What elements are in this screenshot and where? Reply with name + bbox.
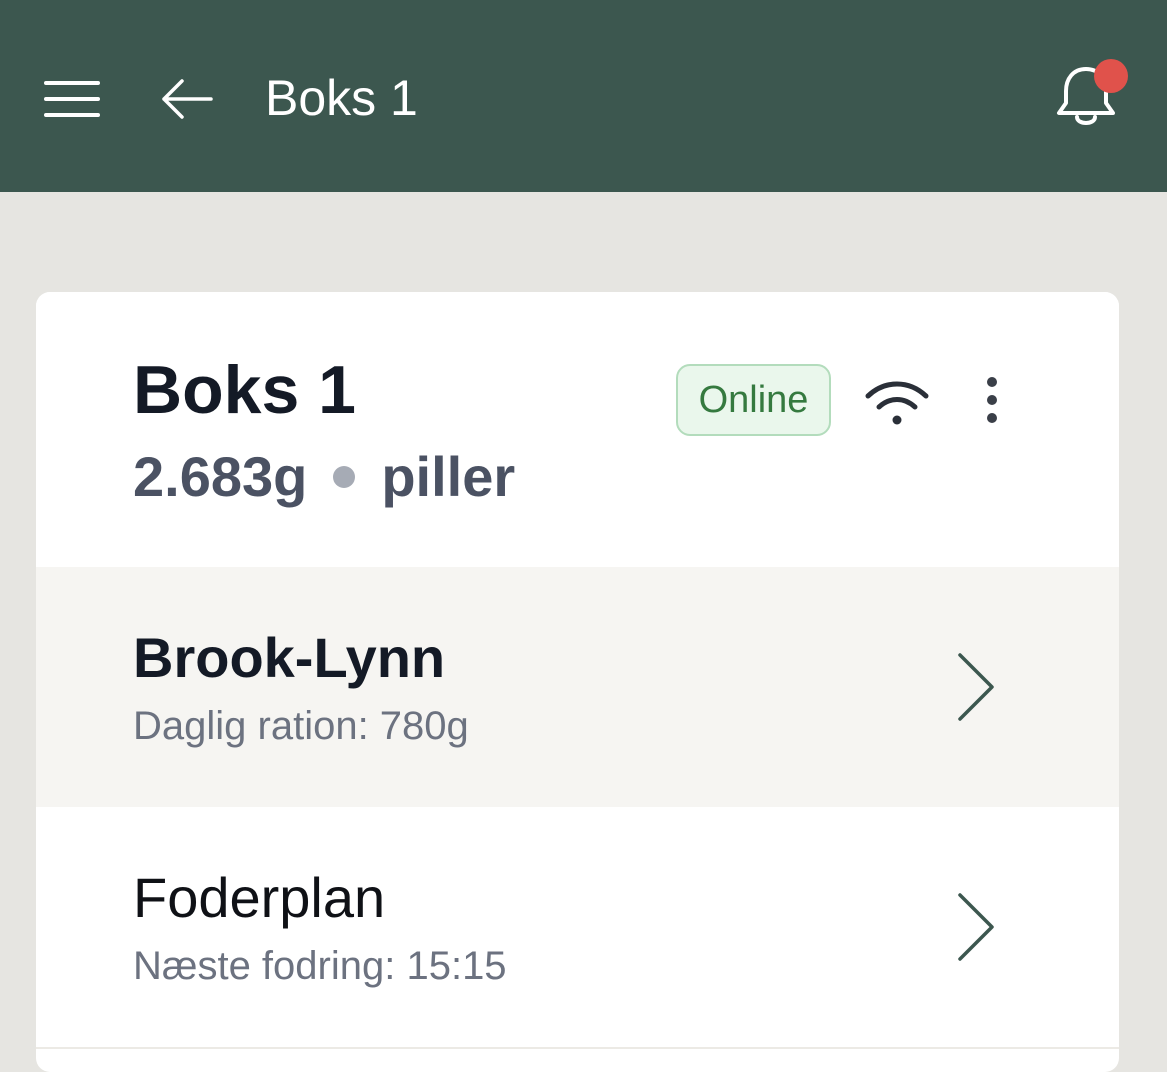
menu-button[interactable]: [36, 70, 108, 128]
feeding-plan-title: Foderplan: [133, 866, 386, 929]
list-item-feeding-plan[interactable]: Foderplan Næste fodring: 15:15: [36, 807, 1119, 1049]
back-button[interactable]: [150, 70, 222, 128]
hamburger-menu-icon: [44, 81, 100, 117]
notification-badge: [1094, 59, 1128, 93]
arrow-left-icon: [162, 79, 213, 119]
device-meta: 2.683g piller: [133, 444, 515, 510]
daily-ration: Daglig ration: 780g: [133, 704, 469, 748]
horse-name: Brook-Lynn: [133, 626, 446, 689]
list-item-horse[interactable]: Brook-Lynn Daglig ration: 780g: [36, 567, 1119, 807]
device-name: Boks 1: [133, 352, 356, 428]
status-badge: Online: [676, 364, 831, 436]
separator-dot: [333, 466, 356, 488]
device-card: Boks 1 2.683g piller Online Brook-Lynn D…: [36, 292, 1119, 1072]
chevron-right-icon: [958, 653, 994, 721]
device-header: Boks 1 2.683g piller Online: [36, 292, 1119, 567]
vertical-dots-icon: [987, 377, 997, 423]
notifications-button[interactable]: [1040, 55, 1132, 141]
chevron-right-icon: [958, 893, 994, 961]
more-options-button[interactable]: [970, 368, 1014, 432]
device-amount: 2.683g: [133, 445, 308, 508]
top-app-bar: Boks 1: [0, 0, 1167, 192]
page-title: Boks 1: [265, 70, 418, 126]
device-feed-type: piller: [381, 445, 516, 508]
wifi-icon: [865, 381, 929, 425]
next-feeding: Næste fodring: 15:15: [133, 944, 507, 988]
